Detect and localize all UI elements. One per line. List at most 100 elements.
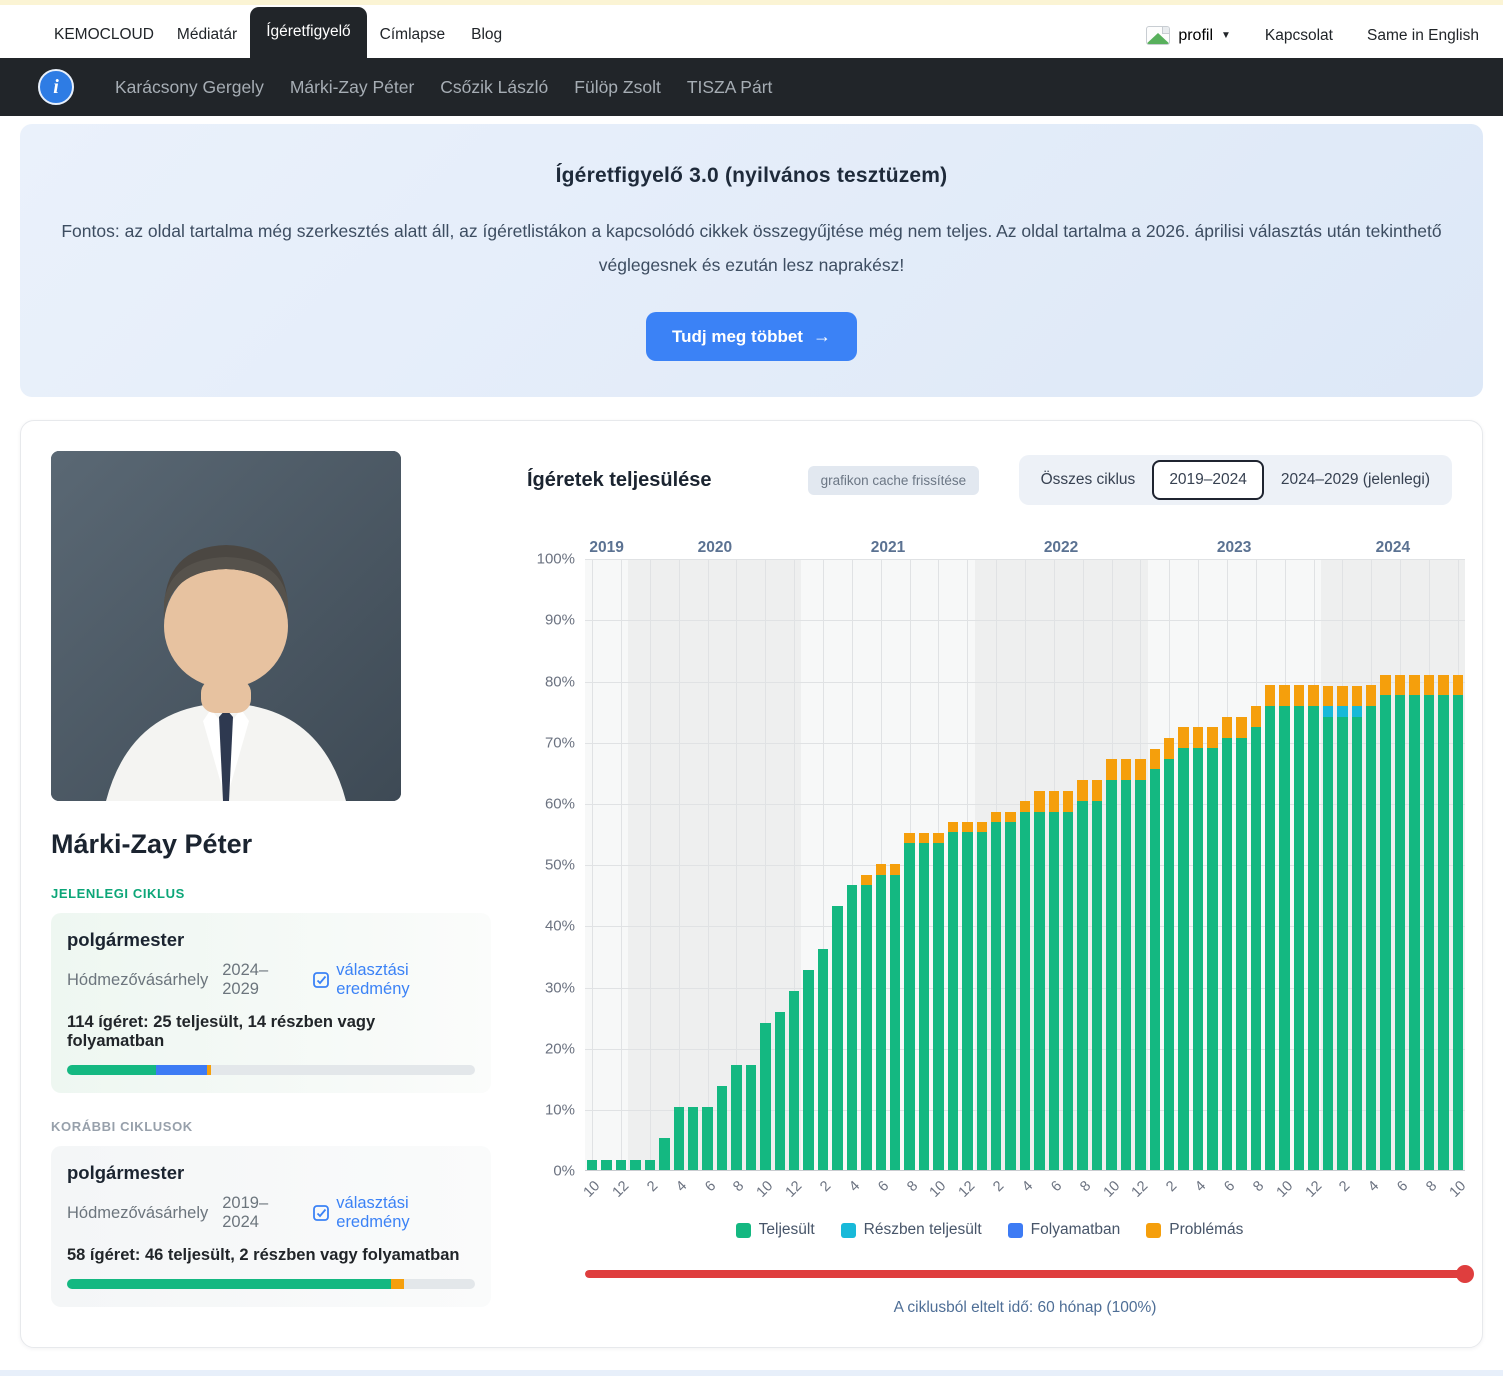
- person-nav-link[interactable]: Fülöp Zsolt: [561, 67, 674, 108]
- bar-segment: [832, 906, 842, 1170]
- chart-bar: [1236, 717, 1246, 1170]
- bar-segment: [1135, 780, 1145, 1170]
- legend-item: Problémás: [1146, 1221, 1243, 1239]
- legend-item: Teljesült: [736, 1221, 815, 1239]
- bar-segment: [1164, 759, 1174, 1170]
- cycle-tab[interactable]: Összes ciklus: [1024, 460, 1153, 500]
- cycle-tab[interactable]: 2019–2024: [1152, 460, 1264, 500]
- chart-column: Ígéretek teljesülése grafikon cache fris…: [527, 451, 1452, 1317]
- previous-summary: 58 ígéret: 46 teljesült, 2 részben vagy …: [67, 1246, 475, 1265]
- bar-segment: [1409, 695, 1419, 1170]
- info-icon[interactable]: i: [38, 69, 74, 105]
- bar-segment: [1020, 801, 1030, 811]
- top-nav-link[interactable]: Médiatár: [164, 12, 250, 58]
- bar-segment: [991, 812, 1001, 822]
- person-nav-link[interactable]: Márki-Zay Péter: [277, 67, 427, 108]
- bar-segment: [1092, 780, 1102, 801]
- chart-bar: [702, 1107, 712, 1170]
- position-title: polgármester: [67, 929, 475, 951]
- slider-track: [585, 1270, 1465, 1278]
- chart-bar: [890, 864, 900, 1170]
- cycle-tab[interactable]: 2024–2029 (jelenlegi): [1264, 460, 1447, 500]
- bar-segment: [1222, 738, 1232, 1171]
- y-axis-label: 60%: [545, 796, 575, 813]
- chart-bar: [991, 812, 1001, 1171]
- bar-segment: [630, 1160, 640, 1170]
- bar-segment: [659, 1138, 669, 1170]
- top-nav-link[interactable]: Ígéretfigyelő: [250, 7, 366, 58]
- chart-header: Ígéretek teljesülése grafikon cache fris…: [527, 455, 1452, 505]
- bar-segment: [904, 833, 914, 843]
- term: 2024–2029: [222, 961, 299, 999]
- chart-bar: [904, 833, 914, 1170]
- progress-segment: [67, 1065, 156, 1075]
- chart-bar: [919, 833, 929, 1170]
- profile-avatar-image: [1146, 26, 1170, 45]
- bar-segment: [1049, 791, 1059, 812]
- bar-segment: [1265, 685, 1275, 706]
- top-nav-item: Ígéretfigyelő: [250, 7, 366, 58]
- x-axis-label: 6: [1209, 1178, 1239, 1208]
- bar-segment: [1453, 675, 1463, 696]
- bar-segment: [1424, 675, 1434, 696]
- bar-segment: [1352, 706, 1362, 716]
- slider-thumb[interactable]: [1456, 1265, 1474, 1283]
- term: 2019–2024: [222, 1194, 299, 1232]
- learn-more-button[interactable]: Tudj meg többet →: [646, 312, 857, 361]
- x-axis-label: 12: [949, 1178, 979, 1208]
- chart-bar: [1005, 812, 1015, 1171]
- current-progress-bar: [67, 1065, 475, 1075]
- bar-segment: [1106, 759, 1116, 780]
- bar-segment: [1265, 706, 1275, 1171]
- bar-segment: [1251, 706, 1261, 727]
- bar-segment: [1279, 685, 1289, 706]
- chart-bar: [1380, 675, 1390, 1171]
- chart-bar: [1034, 791, 1044, 1170]
- person-nav-link[interactable]: TISZA Párt: [674, 67, 786, 108]
- profile-dropdown[interactable]: profil ▼: [1146, 26, 1231, 45]
- top-nav-right: profil ▼ Kapcsolat Same in English: [1146, 26, 1479, 58]
- bar-segment: [1077, 780, 1087, 801]
- chart-bar: [630, 1160, 640, 1170]
- bar-segment: [1380, 675, 1390, 696]
- refresh-chart-cache-button[interactable]: grafikon cache frissítése: [808, 466, 980, 495]
- person-nav-link[interactable]: Karácsony Gergely: [102, 67, 277, 108]
- legend-label: Folyamatban: [1031, 1221, 1121, 1239]
- current-cycle-block: polgármester Hódmezővásárhely 2024–2029 …: [51, 913, 491, 1093]
- chart-bar: [688, 1107, 698, 1170]
- x-axis-label: 10: [1266, 1178, 1296, 1208]
- bar-segment: [1121, 759, 1131, 780]
- elapsed-time-slider[interactable]: [585, 1265, 1465, 1283]
- bar-segment: [674, 1107, 684, 1170]
- bar-segment: [789, 991, 799, 1170]
- chart-bar: [1106, 759, 1116, 1170]
- profile-dropdown-label: profil: [1178, 27, 1213, 45]
- bar-segment: [601, 1160, 611, 1170]
- election-result-link[interactable]: választási eredmény: [313, 1194, 475, 1232]
- top-nav-link[interactable]: Blog: [458, 12, 515, 58]
- bar-segment: [1150, 749, 1160, 770]
- person-nav-link[interactable]: Csőzik László: [427, 67, 561, 108]
- x-axis-label: 6: [1382, 1178, 1412, 1208]
- check-square-icon: [313, 1205, 329, 1221]
- x-axis-label: 2: [1324, 1178, 1354, 1208]
- y-axis-label: 30%: [545, 979, 575, 996]
- chart-bar: [1265, 685, 1275, 1170]
- year-label: 2021: [801, 539, 974, 557]
- link-same-in-english[interactable]: Same in English: [1367, 27, 1479, 45]
- current-summary: 114 ígéret: 25 teljesült, 14 részben vag…: [67, 1013, 475, 1051]
- bar-segment: [1236, 738, 1246, 1171]
- bar-segment: [1005, 822, 1015, 1170]
- chart-bar: [1164, 738, 1174, 1170]
- link-kapcsolat[interactable]: Kapcsolat: [1265, 27, 1333, 45]
- chart-bar: [616, 1160, 626, 1170]
- brand-kemocloud[interactable]: KEMOCLOUD: [44, 12, 164, 58]
- election-result-link[interactable]: választási eredmény: [313, 961, 475, 999]
- top-nav-link[interactable]: Címlapse: [367, 12, 458, 58]
- x-axis-label: 12: [1295, 1178, 1325, 1208]
- x-axis-label: 2: [632, 1178, 662, 1208]
- x-axis-label: 6: [1035, 1178, 1065, 1208]
- bar-segment: [1207, 727, 1217, 748]
- y-axis-label: 10%: [545, 1102, 575, 1119]
- progress-segment: [207, 1065, 211, 1075]
